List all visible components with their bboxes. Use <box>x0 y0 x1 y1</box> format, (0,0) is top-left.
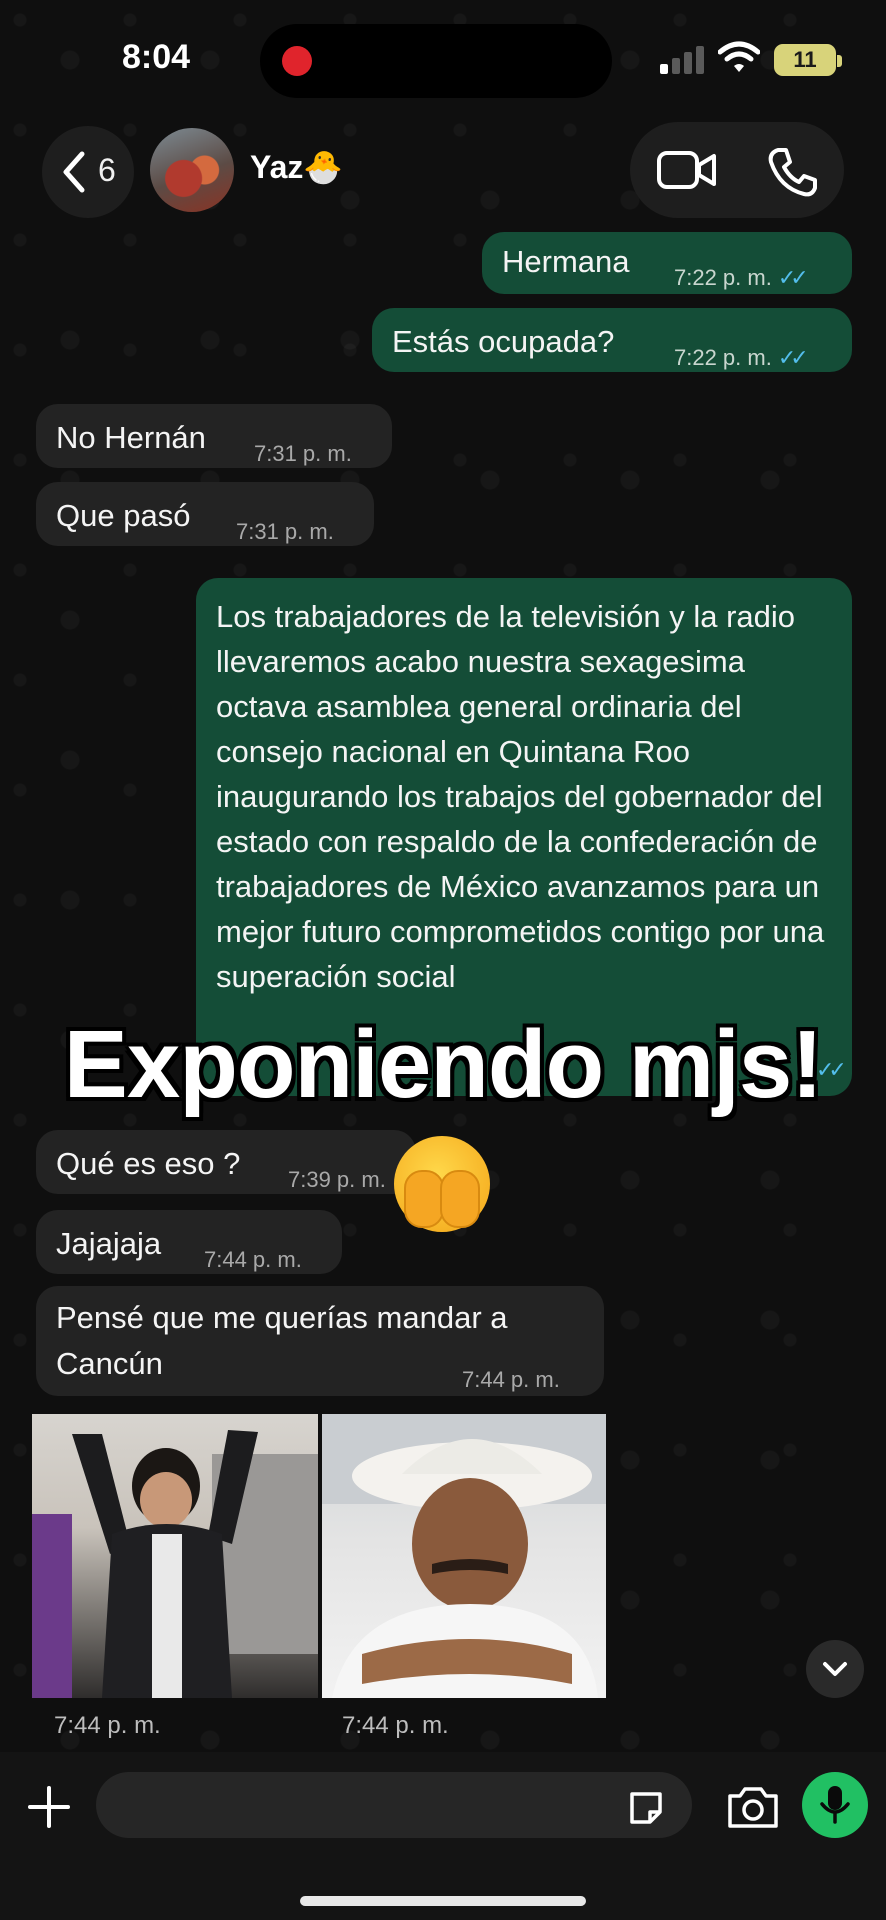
message-incoming[interactable]: Qué es eso ? 7:39 p. m. <box>36 1130 416 1194</box>
status-bar: 8:04 11 <box>0 0 886 120</box>
face-covering-eyes-emoji-icon <box>394 1136 490 1232</box>
message-outgoing[interactable]: Hermana 7:22 p. m. ✓✓ <box>482 232 852 294</box>
photo-time: 7:44 p. m. <box>342 1712 449 1739</box>
message-text: Que pasó <box>56 498 191 533</box>
chat-header: 6 Yaz🐣 <box>0 118 886 228</box>
message-text: Jajajaja <box>56 1226 162 1261</box>
message-composer <box>0 1752 886 1920</box>
home-indicator <box>300 1896 586 1906</box>
message-time: 7:44 p. m. <box>204 1247 302 1272</box>
message-time: 7:39 p. m. <box>288 1167 386 1192</box>
recording-indicator-icon <box>282 46 312 76</box>
message-text: Qué es eso ? <box>56 1146 241 1181</box>
message-time: 7:44 p. m. <box>462 1367 560 1392</box>
microphone-icon <box>820 1786 850 1824</box>
photo-illustration <box>32 1430 318 1698</box>
sticker-icon[interactable] <box>626 1788 666 1828</box>
message-incoming[interactable]: No Hernán 7:31 p. m. <box>36 404 392 468</box>
photo-time: 7:44 p. m. <box>54 1712 161 1739</box>
chevron-down-icon <box>823 1662 847 1676</box>
dynamic-island <box>260 24 612 98</box>
plus-icon[interactable] <box>26 1784 72 1830</box>
photo-message-dancing-person[interactable] <box>32 1414 318 1698</box>
message-text: Cancún <box>56 1346 163 1381</box>
photo-message-man-in-hat[interactable] <box>322 1414 606 1698</box>
message-text: Estás ocupada? <box>392 324 615 359</box>
microphone-button[interactable] <box>802 1772 868 1838</box>
emoji-hand <box>440 1170 480 1228</box>
message-text: Los trabajadores de la televisión y la r… <box>216 599 825 994</box>
message-time: 7:31 p. m. <box>254 441 352 466</box>
read-receipt-icon: ✓✓ <box>777 265 809 290</box>
message-outgoing[interactable]: Estás ocupada? 7:22 p. m. ✓✓ <box>372 308 852 372</box>
message-text: Pensé que me querías mandar a <box>56 1300 508 1335</box>
video-caption: Exponiendo mjs! <box>63 1011 823 1118</box>
contact-name[interactable]: Yaz🐣 <box>250 148 343 186</box>
cellular-signal-icon <box>660 46 704 74</box>
message-time: 7:31 p. m. <box>236 519 334 544</box>
message-time: 7:22 p. m. ✓✓ <box>674 265 809 290</box>
message-incoming[interactable]: Jajajaja 7:44 p. m. <box>36 1210 342 1274</box>
wifi-icon <box>718 41 760 72</box>
chevron-left-icon <box>63 151 85 193</box>
emoji-hand <box>404 1170 444 1228</box>
scroll-to-bottom-button[interactable] <box>806 1640 864 1698</box>
video-call-icon[interactable] <box>656 148 718 192</box>
contact-avatar[interactable] <box>150 128 234 212</box>
phone-call-icon[interactable] <box>766 146 818 198</box>
read-receipt-icon: ✓✓ <box>777 345 809 370</box>
camera-icon[interactable] <box>726 1784 780 1830</box>
status-time: 8:04 <box>122 38 191 76</box>
message-text: Hermana <box>502 244 630 279</box>
photo-illustration <box>322 1414 606 1698</box>
message-time: 7:22 p. m. ✓✓ <box>674 345 809 370</box>
battery-icon: 11 <box>774 44 842 76</box>
back-button[interactable]: 6 <box>42 126 134 218</box>
battery-level: 11 <box>793 47 817 72</box>
message-input[interactable] <box>96 1772 692 1838</box>
message-incoming[interactable]: Que pasó 7:31 p. m. <box>36 482 374 546</box>
unread-count: 6 <box>98 152 116 188</box>
call-actions <box>630 122 844 218</box>
message-text: No Hernán <box>56 420 206 455</box>
message-incoming[interactable]: Pensé que me querías mandar a Cancún 7:4… <box>36 1286 604 1396</box>
